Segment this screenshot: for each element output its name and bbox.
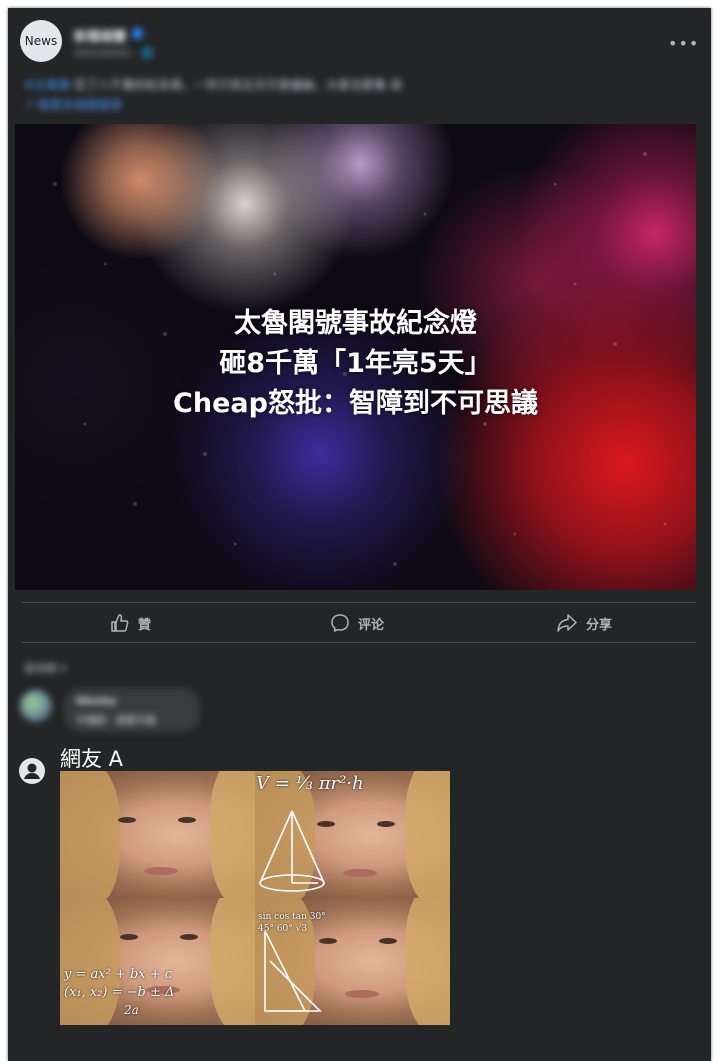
- commenter-name[interactable]: 網友 A: [60, 745, 123, 773]
- post-header: News 新聞媒體 2022/02/01 · 🌐 ••• #太魯閣 花了八千萬的…: [8, 8, 711, 123]
- post-related-link[interactable]: ↗ 看更多相關報導: [24, 96, 122, 113]
- blurred-commenter-name[interactable]: Wesley: [76, 696, 116, 707]
- headline-line-1: 太魯閣號事故紀念燈: [234, 308, 477, 339]
- page-name[interactable]: 新聞媒體: [74, 26, 126, 45]
- comment-sort-dropdown[interactable]: 最相關 ▾: [24, 660, 66, 676]
- verified-badge-icon: [132, 28, 143, 39]
- trig-table: sin cos tan 30° 45° 60° √3: [258, 912, 326, 934]
- post-image[interactable]: 太魯閣號事故紀念燈 砸8千萬「1年亮5天」 Cheap怒批：智障到不可思議: [15, 124, 696, 590]
- share-arrow-icon: [557, 614, 577, 632]
- divider-bottom: [22, 642, 696, 643]
- like-button[interactable]: 贊: [110, 612, 151, 634]
- thumbs-up-icon: [111, 614, 129, 632]
- like-label: 贊: [138, 617, 152, 633]
- meme-image[interactable]: V = ⅓ πr²·h y = ax² + bx + c (x₁, x₂) = …: [60, 771, 450, 1025]
- hashtag-link[interactable]: #太魯閣: [24, 78, 70, 92]
- user-avatar-icon[interactable]: [19, 758, 45, 784]
- post-card: News 新聞媒體 2022/02/01 · 🌐 ••• #太魯閣 花了八千萬的…: [8, 8, 711, 1061]
- post-text-body: 花了八千萬的紀念燈，一年只亮五天引發議論，大家怎麼看 😅: [70, 78, 403, 92]
- formula-denominator: 2a: [124, 1003, 139, 1017]
- commenter-avatar-blurred[interactable]: [20, 690, 52, 722]
- headline-line-2: 砸8千萬「1年亮5天」: [219, 348, 492, 379]
- formula-roots: (x₁, x₂) = −b ± Δ: [64, 985, 175, 1000]
- comment-label: 评论: [358, 617, 385, 633]
- image-headline: 太魯閣號事故紀念燈 砸8千萬「1年亮5天」 Cheap怒批：智障到不可思議: [15, 304, 696, 424]
- comment-bubble-icon: [331, 614, 349, 632]
- page-avatar[interactable]: News: [20, 20, 62, 62]
- more-options-icon[interactable]: •••: [668, 34, 699, 53]
- divider-top: [22, 602, 696, 603]
- post-text: #太魯閣 花了八千萬的紀念燈，一年只亮五天引發議論，大家怎麼看 😅: [24, 76, 402, 93]
- headline-line-3: Cheap怒批：智障到不可思議: [173, 388, 538, 419]
- comment-bubble-blurred: Wesley 不懂耶 · 感覺不錯: [64, 688, 200, 732]
- post-timestamp[interactable]: 2022/02/01 · 🌐: [74, 48, 154, 59]
- share-button[interactable]: 分享: [556, 612, 612, 634]
- formula-cone-volume: V = ⅓ πr²·h: [256, 773, 364, 794]
- formula-quadratic: y = ax² + bx + c: [64, 967, 173, 982]
- share-label: 分享: [586, 617, 613, 633]
- comment-button[interactable]: 评论: [330, 612, 384, 634]
- blurred-comment-text: 不懂耶 · 感覺不錯: [76, 716, 156, 727]
